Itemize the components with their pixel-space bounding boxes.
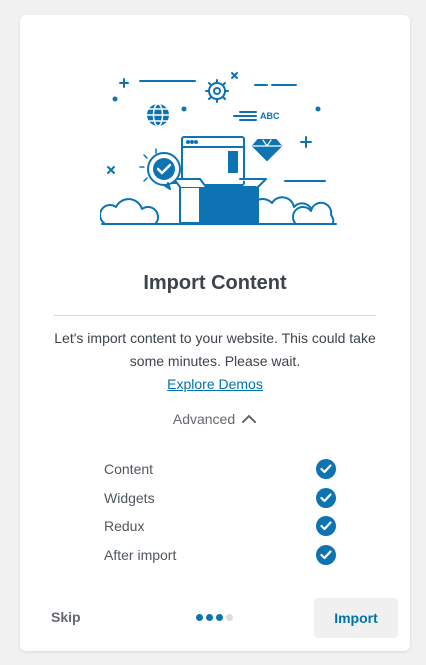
skip-button[interactable]: Skip [51, 609, 81, 625]
step-indicator [196, 614, 233, 621]
step-dot [216, 614, 223, 621]
option-label: After import [104, 546, 177, 563]
import-description: Let's import content to your website. Th… [54, 330, 376, 369]
chevron-up-icon [242, 415, 257, 423]
step-dot [206, 614, 213, 621]
advanced-toggle[interactable]: Advanced [20, 411, 410, 427]
checkmark-icon[interactable] [316, 487, 336, 508]
import-options-list: Content Widgets Redux After import [104, 455, 336, 570]
checkmark-icon[interactable] [316, 544, 336, 565]
step-dot [226, 614, 233, 621]
import-illustration: ABC [100, 72, 337, 225]
option-label: Content [104, 461, 154, 478]
option-label: Widgets [104, 489, 155, 506]
option-label: Redux [104, 518, 145, 535]
diamond-icon [252, 139, 282, 161]
page-title: Import Content [143, 272, 287, 294]
checkmark-icon[interactable] [316, 516, 336, 537]
import-dialog: ABC Import Content Let's import content … [20, 15, 410, 651]
option-after-import: After import [104, 541, 336, 570]
globe-icon [146, 103, 170, 127]
checkmark-icon[interactable] [316, 459, 336, 480]
advanced-label: Advanced [172, 411, 236, 427]
option-widgets: Widgets [104, 484, 336, 513]
import-button[interactable]: Import [314, 598, 398, 638]
option-content: Content [104, 455, 336, 484]
dialog-footer: Skip Import [20, 598, 410, 638]
title-divider [54, 315, 376, 316]
explore-demos-wrapper: Explore Demos [20, 376, 410, 392]
explore-demos-link[interactable]: Explore Demos [167, 376, 263, 392]
gear-icon [205, 79, 229, 103]
abc-badge: ABC [260, 111, 280, 121]
option-redux: Redux [104, 512, 336, 541]
step-dot [196, 614, 203, 621]
browser-window-icon [181, 136, 245, 186]
